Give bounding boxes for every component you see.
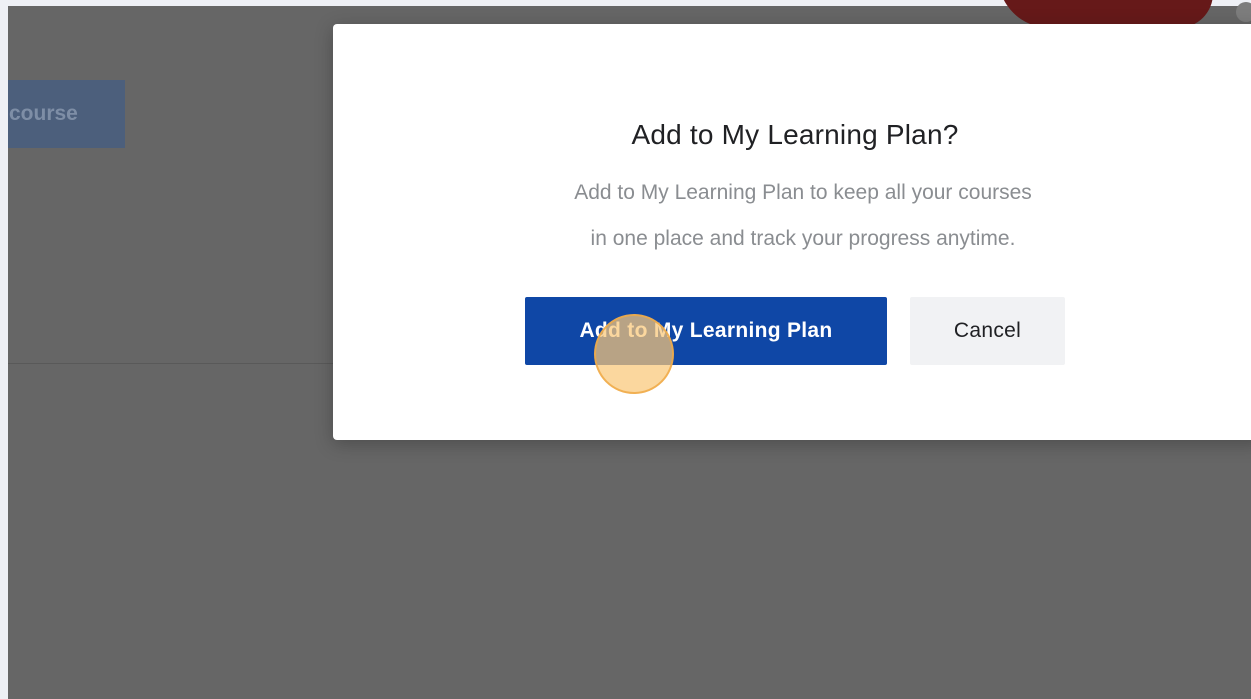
dialog-description-line-2: in one place and track your progress any…: [590, 227, 1016, 250]
add-to-learning-plan-button[interactable]: Add to My Learning Plan: [525, 297, 887, 365]
background-corner-graphic: [1236, 2, 1251, 22]
dialog-title: Add to My Learning Plan?: [631, 119, 959, 150]
screen: course Add to My Learning Plan? Add to M…: [0, 0, 1251, 699]
learning-plan-dialog: Add to My Learning Plan? Add to My Learn…: [333, 24, 1251, 440]
background-course-button: course: [8, 80, 125, 148]
cancel-button[interactable]: Cancel: [910, 297, 1065, 365]
left-edge: [0, 0, 8, 699]
dialog-description: Add to My Learning Plan to keep all your…: [483, 170, 1123, 262]
background-divider: [8, 363, 338, 364]
dialog-description-line-1: Add to My Learning Plan to keep all your…: [574, 181, 1032, 204]
